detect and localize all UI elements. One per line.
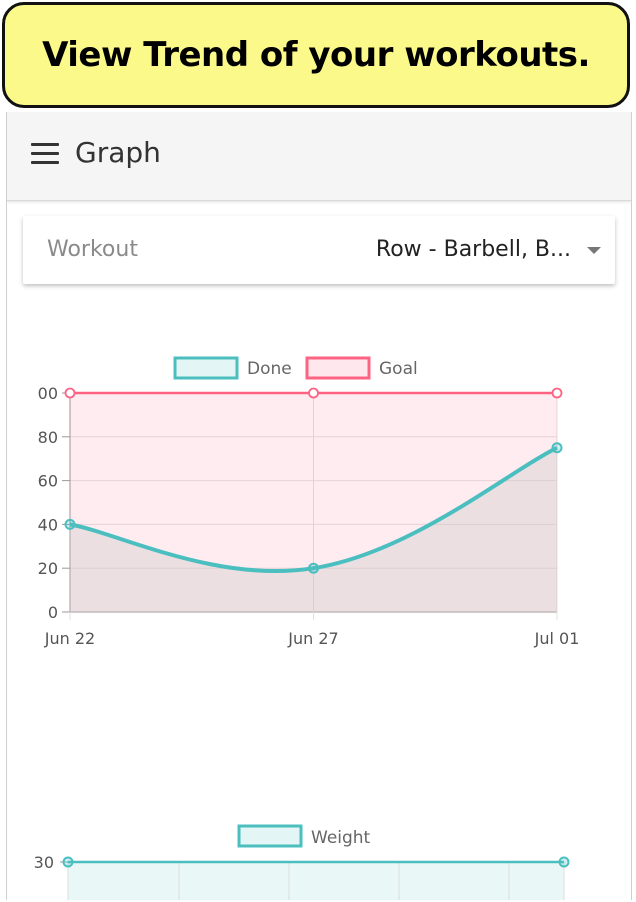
- legend-goal-swatch: [305, 356, 371, 380]
- y-tick-label: 0: [48, 603, 58, 622]
- weight-chart: Weight 30: [34, 824, 570, 900]
- y-tick-label: 30: [34, 853, 54, 872]
- x-tick-label: Jun 22: [44, 629, 95, 648]
- y-tick-label: 80: [38, 428, 58, 447]
- y-tick-label: 20: [38, 559, 58, 578]
- legend-weight-label: Weight: [311, 828, 371, 848]
- page-title: Graph: [75, 136, 161, 169]
- weight-point: [558, 856, 570, 868]
- legend-weight-swatch: [237, 824, 303, 848]
- goal-point: [64, 387, 76, 399]
- banner-text: View Trend of your workouts.: [42, 35, 590, 75]
- goal-point: [551, 387, 563, 399]
- app-bar: Graph: [7, 112, 631, 201]
- y-tick-label: 40: [38, 515, 58, 534]
- instruction-banner: View Trend of your workouts.: [2, 2, 630, 108]
- y-tick-label: 60: [38, 472, 58, 491]
- done-point: [308, 562, 319, 574]
- legend-goal-label: Goal: [379, 359, 418, 379]
- workout-select-label: Workout: [47, 237, 138, 262]
- goal-point: [308, 387, 319, 399]
- weight-area: [68, 862, 564, 900]
- x-tick-label: Jul 01: [534, 629, 580, 648]
- weight-point: [62, 856, 74, 868]
- workout-select[interactable]: Workout Row - Barbell, B...: [23, 216, 615, 284]
- done-point: [551, 442, 563, 454]
- workout-select-value[interactable]: Row - Barbell, B...: [376, 237, 571, 262]
- legend-done-label: Done: [247, 359, 292, 379]
- menu-icon[interactable]: [31, 143, 59, 165]
- legend-done-swatch: [173, 356, 239, 380]
- dropdown-arrow-icon[interactable]: [587, 247, 601, 254]
- app-screen: Graph Workout Row - Barbell, B... Done Go…: [6, 112, 632, 900]
- done-point: [64, 518, 76, 530]
- y-tick-label: 00: [38, 384, 58, 403]
- x-tick-label: Jun 27: [287, 629, 338, 648]
